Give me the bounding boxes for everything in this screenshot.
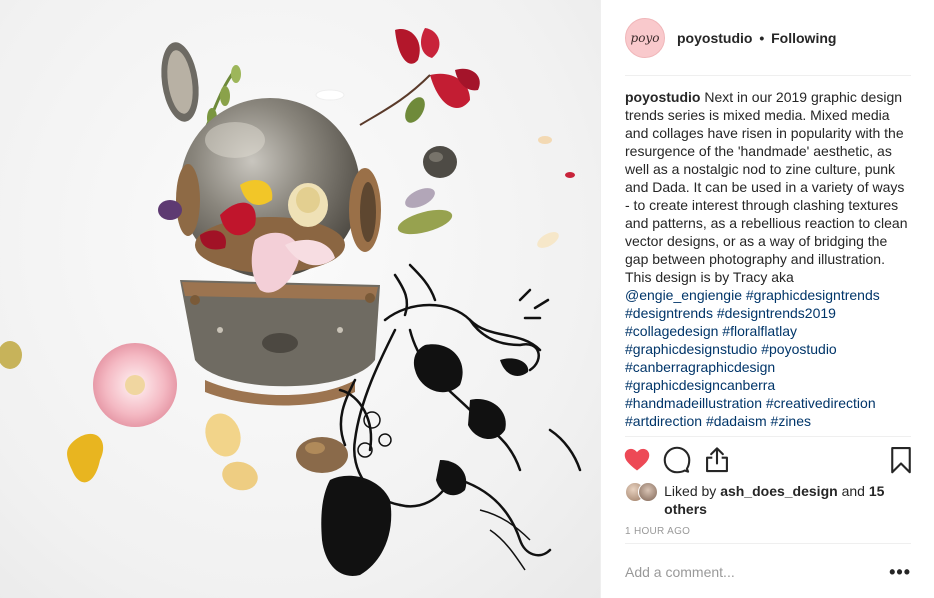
comment-form: ••• [625,560,911,584]
likes-text: Liked by ash_does_design and 15 others [664,482,911,518]
hashtag-link[interactable]: #zines [771,413,811,429]
liker-username-link[interactable]: ash_does_design [720,483,838,499]
hashtag-link[interactable]: #designtrends2019 [717,305,836,321]
hashtag-link[interactable]: #dadaism [706,413,767,429]
hashtag-link[interactable]: #floralflatlay [722,323,797,339]
instagram-post: poyo poyostudio • Following poyostudio N… [0,0,934,598]
likes-summary: Liked by ash_does_design and 15 others [625,482,911,518]
heart-filled-icon [624,448,650,471]
hashtag-link[interactable]: #creativedirection [766,395,876,411]
liker-avatars[interactable] [625,482,660,504]
comment-input[interactable] [625,564,875,580]
hashtag-link[interactable]: #poyostudio [761,341,837,357]
header-separator: • [759,30,765,46]
comment-button[interactable] [663,446,691,474]
hashtag-link[interactable]: #canberragraphicdesign [625,359,775,375]
bookmark-icon [891,447,911,474]
liker-avatar[interactable] [638,482,658,502]
actions-divider [625,436,911,437]
avatar[interactable]: poyo [625,18,665,58]
hashtag-link[interactable]: #collagedesign [625,323,718,339]
hashtag-link[interactable]: #artdirection [625,413,702,429]
more-options-icon[interactable]: ••• [889,562,911,583]
avatar-logo-text: poyo [630,31,660,45]
hashtag-link[interactable]: #graphicdesigntrends [746,287,880,303]
liked-by-prefix: Liked by [664,483,717,499]
following-button[interactable]: Following [771,30,836,46]
mention-link[interactable]: @engie_engiengie [625,287,742,303]
collage-illustration [0,28,582,576]
post-details-panel: poyo poyostudio • Following poyostudio N… [600,0,934,598]
header-text: poyostudio • Following [677,30,836,46]
comment-divider [625,543,911,544]
liked-by-connector: and [841,483,865,499]
post-header: poyo poyostudio • Following [625,18,911,76]
username-link[interactable]: poyostudio [677,30,752,46]
hashtag-link[interactable]: #graphicdesignstudio [625,341,757,357]
post-image[interactable] [0,0,600,598]
hashtag-link[interactable]: #graphicdesigncanberra [625,377,775,393]
caption-text: Next in our 2019 graphic design trends s… [625,89,908,285]
hashtag-link[interactable]: #handmadeillustration [625,395,762,411]
comment-bubble-icon [663,446,691,474]
like-button[interactable] [623,446,651,474]
hashtag-link[interactable]: #designtrends [625,305,713,321]
post-actions-bar [623,446,913,474]
post-timestamp[interactable]: 1 HOUR AGO [625,526,690,537]
share-button[interactable] [703,446,731,474]
post-caption: poyostudio Next in our 2019 graphic desi… [625,88,911,430]
share-upload-icon [706,447,728,473]
save-button[interactable] [887,446,915,474]
caption-username-link[interactable]: poyostudio [625,89,700,105]
